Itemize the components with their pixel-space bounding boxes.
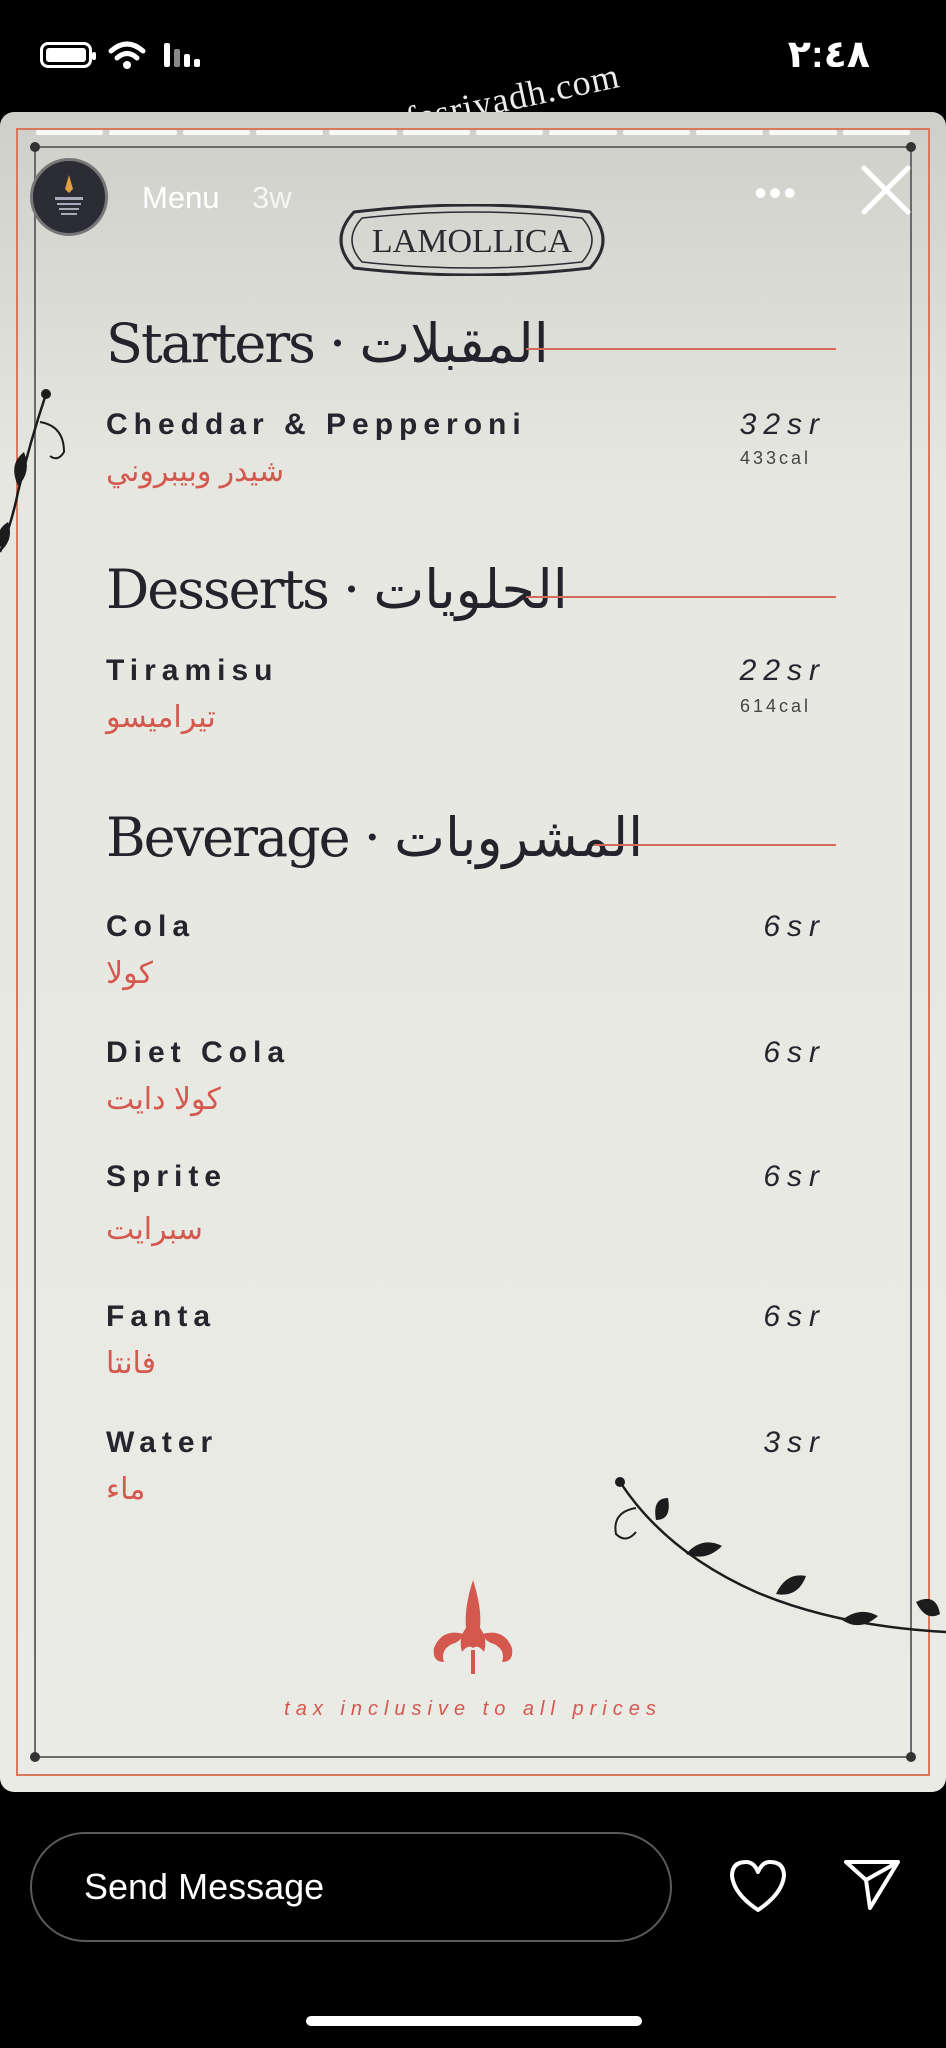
item-price: 6sr — [763, 1160, 826, 1193]
section-desserts: Desserts · الحلويات — [106, 554, 570, 624]
item-name-arabic: ماء — [106, 1473, 146, 1506]
item-name: Water — [106, 1426, 219, 1459]
section-title: Starters · المقبلات — [106, 311, 551, 375]
status-bar: ٢:٤٨ cafesriyadh.com — [0, 0, 946, 147]
progress-segment — [329, 130, 397, 135]
item-calories: 614cal — [740, 696, 812, 716]
corner-dot — [30, 142, 40, 152]
section-divider — [594, 844, 836, 846]
corner-dot — [906, 1752, 916, 1762]
account-name[interactable]: Menu — [142, 180, 220, 216]
section-title: Beverage · المشروبات — [106, 805, 645, 869]
progress-segment — [622, 130, 690, 135]
item-calories: 433cal — [740, 448, 812, 468]
item-name-arabic: فانتا — [106, 1347, 157, 1380]
section-beverage: Beverage · المشروبات — [106, 802, 645, 872]
tax-note: tax inclusive to all prices — [284, 1698, 662, 1720]
status-icons — [40, 40, 206, 70]
fleur-ornament — [433, 1580, 513, 1674]
corner-dot — [30, 1752, 40, 1762]
avatar[interactable] — [30, 158, 108, 236]
progress-segment — [255, 130, 324, 135]
item-price: 6sr — [763, 1036, 826, 1069]
progress-segment — [769, 130, 837, 135]
send-message-input[interactable]: Send Message — [30, 1832, 672, 1942]
item-price: 32sr — [739, 408, 826, 441]
section-divider — [526, 348, 836, 350]
clock: ٢:٤٨ — [787, 34, 870, 76]
progress-segment — [402, 130, 470, 135]
item-name-arabic: كولا — [106, 957, 153, 990]
section-title: Desserts · الحلويات — [106, 557, 570, 621]
progress-segment — [36, 130, 104, 135]
signal-icon — [164, 43, 200, 67]
brand-logo: LAMOLLICA — [339, 204, 605, 276]
home-indicator[interactable] — [306, 2016, 642, 2026]
item-name: Tiramisu — [106, 654, 279, 687]
item-price: 6sr — [763, 1300, 826, 1333]
corner-dot — [906, 142, 916, 152]
send-icon[interactable] — [840, 1854, 904, 1914]
lamp-logo-icon — [55, 175, 83, 215]
item-name: Sprite — [106, 1160, 228, 1193]
progress-segment — [182, 130, 250, 135]
brand-logo-text: LAMOLLICA — [372, 223, 573, 260]
close-icon[interactable] — [856, 160, 916, 220]
battery-icon — [40, 42, 96, 68]
vine-ornament-left — [0, 389, 66, 553]
wifi-icon — [108, 41, 146, 69]
item-name-arabic: سبرايت — [106, 1213, 203, 1246]
section-divider — [526, 596, 836, 598]
item-name: Fanta — [106, 1300, 217, 1333]
section-starters: Starters · المقبلات — [106, 308, 551, 378]
progress-segment — [842, 130, 910, 135]
post-age: 3w — [252, 180, 292, 215]
progress-segment — [109, 130, 177, 135]
item-name: Cheddar & Pepperoni — [106, 408, 527, 441]
story-progress — [36, 130, 910, 135]
item-name: Diet Cola — [106, 1036, 291, 1069]
item-price: 22sr — [739, 654, 826, 687]
story-view[interactable]: Menu 3w ••• LAMOLLICA Starters · المقبلا… — [0, 112, 946, 1792]
progress-segment — [475, 130, 544, 135]
vine-ornament-right — [614, 1477, 946, 1634]
item-name-arabic: شيدر وبيبروني — [106, 455, 285, 488]
progress-segment — [695, 130, 764, 135]
more-icon[interactable]: ••• — [754, 172, 798, 214]
progress-segment — [549, 130, 617, 135]
item-name: Cola — [106, 910, 196, 943]
heart-icon[interactable] — [726, 1856, 790, 1916]
item-price: 3sr — [763, 1426, 826, 1459]
item-name-arabic: كولا دايت — [106, 1083, 221, 1116]
item-price: 6sr — [763, 910, 826, 943]
item-name-arabic: تيراميسو — [106, 701, 216, 734]
reply-bar: Send Message — [0, 1792, 946, 2048]
